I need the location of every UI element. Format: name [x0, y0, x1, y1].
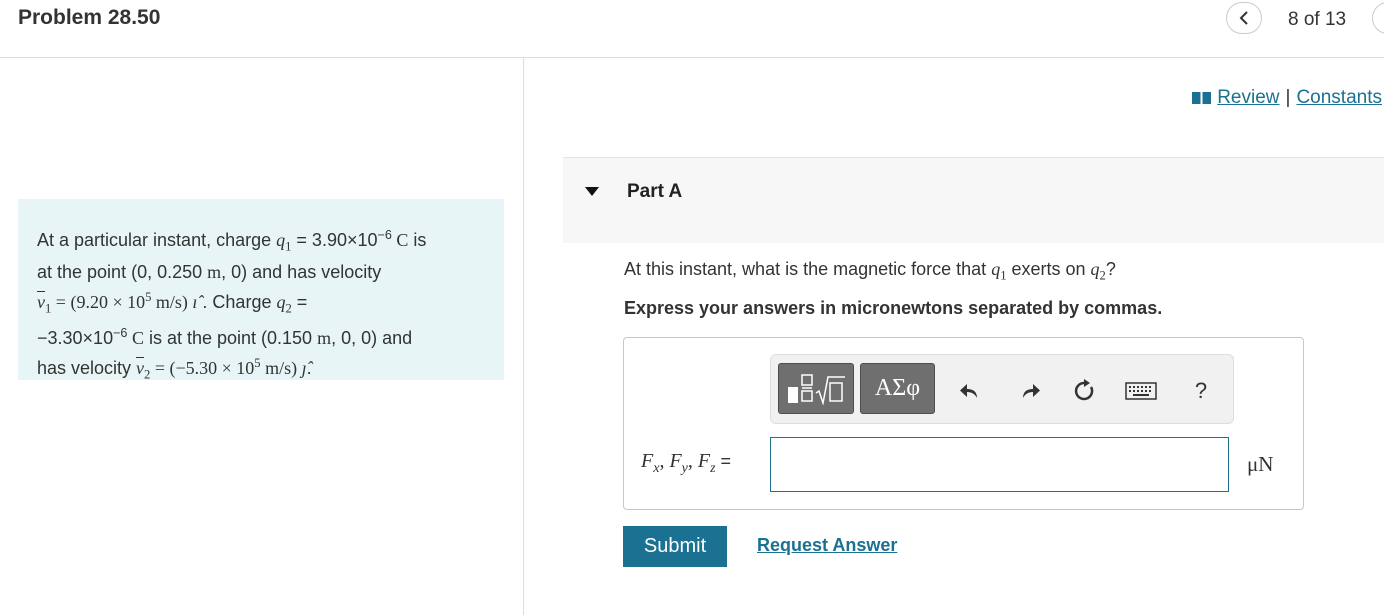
q1-symbol: q [276, 230, 286, 250]
redo-icon [1023, 384, 1040, 398]
submit-button[interactable]: Submit [623, 526, 727, 567]
q1-symbol: q [991, 259, 1001, 279]
previous-problem-button[interactable] [1226, 2, 1262, 34]
problem-text: = [291, 291, 308, 312]
reset-button[interactable] [1071, 378, 1097, 404]
force-symbol: F [641, 450, 654, 472]
equals-sign: = [715, 451, 732, 471]
problem-text: −3.30×10 [37, 328, 114, 349]
exponent: −6 [113, 326, 128, 341]
problem-line-1: At a particular instant, charge q1 = 3.9… [37, 223, 486, 260]
request-answer-link[interactable]: Request Answer [757, 535, 897, 556]
problem-text: , 0, 0) and [331, 328, 413, 349]
header-divider [0, 57, 1384, 58]
v2-unit: m/s) [260, 358, 302, 379]
problem-text: has velocity [37, 358, 137, 379]
v2-value: = (−5.30 × 10 [150, 358, 255, 379]
symbols-button[interactable]: ΑΣφ [860, 363, 935, 414]
problem-text: is at the point (0.150 [143, 328, 318, 349]
v1-symbol: v [37, 291, 45, 312]
answer-instructions: Express your answers in micronewtons sep… [624, 298, 1163, 318]
problem-title: Problem 28.50 [18, 6, 161, 29]
question-segment: exerts on [1006, 259, 1091, 279]
undo-icon [960, 384, 977, 398]
unit-coulomb: C [391, 230, 409, 250]
unit-meter: m [317, 328, 332, 349]
review-link[interactable]: Review [1217, 87, 1279, 109]
problem-line-4: −3.30×10−6 C is at the point (0.150 m, 0… [37, 321, 486, 351]
problem-line-2: at the point (0, 0.250 m, 0) and has vel… [37, 260, 486, 285]
reset-icon [1074, 379, 1094, 401]
keyboard-button[interactable] [1124, 378, 1158, 404]
question-text: At this instant, what is the magnetic fo… [624, 259, 1116, 284]
help-button[interactable]: ? [1188, 378, 1214, 404]
undo-button[interactable] [957, 378, 983, 404]
force-symbol: F [697, 450, 711, 472]
templates-icon [788, 373, 845, 405]
book-icon [1192, 92, 1212, 104]
caret-down-icon[interactable] [585, 187, 599, 196]
redo-button[interactable] [1017, 378, 1043, 404]
answer-input[interactable] [770, 437, 1229, 492]
question-segment: ? [1105, 259, 1116, 279]
chevron-left-icon [1239, 11, 1248, 25]
problem-line-3: v1 = (9.20 × 105 m/s) ı̂ . Charge q2 = [37, 285, 486, 322]
unit-meter: m [207, 261, 222, 282]
constants-link[interactable]: Constants [1296, 87, 1382, 109]
problem-counter: 8 of 13 [1288, 9, 1347, 30]
column-divider [523, 57, 524, 615]
v1-unit: m/s) [151, 291, 193, 312]
unit-label: μN [1247, 452, 1274, 476]
part-header[interactable] [563, 157, 1384, 243]
resource-links: Review | Constants [1192, 87, 1382, 109]
problem-text: , 0) and has velocity [221, 261, 382, 282]
exponent: −6 [377, 228, 392, 242]
v2-symbol: v [136, 358, 145, 379]
force-symbol: F [669, 450, 682, 472]
next-problem-button[interactable] [1372, 2, 1384, 34]
unit-coulomb: C [127, 328, 144, 349]
separator: , [687, 450, 698, 472]
separator: , [659, 450, 670, 472]
problem-text: . [306, 358, 312, 379]
keyboard-icon [1125, 382, 1157, 400]
link-separator: | [1285, 87, 1291, 108]
problem-text: At a particular instant, charge [37, 230, 277, 250]
part-label: Part A [627, 181, 683, 202]
v1-value: = (9.20 × 10 [51, 291, 146, 312]
problem-text: . Charge [197, 291, 277, 312]
help-icon: ? [1194, 378, 1208, 403]
problem-text: is [408, 230, 427, 250]
problem-line-5: has velocity v2 = (−5.30 × 105 m/s) ȷ̂. [37, 351, 486, 388]
templates-button[interactable] [778, 363, 854, 414]
problem-text: = 3.90×10 [291, 230, 378, 250]
problem-statement: At a particular instant, charge q1 = 3.9… [18, 199, 504, 382]
problem-text: at the point (0, 0.250 [37, 261, 208, 282]
answer-variable-label: Fx, Fy, Fz = [641, 450, 731, 477]
q2-symbol: q [1090, 259, 1100, 279]
question-segment: At this instant, what is the magnetic fo… [624, 259, 992, 279]
